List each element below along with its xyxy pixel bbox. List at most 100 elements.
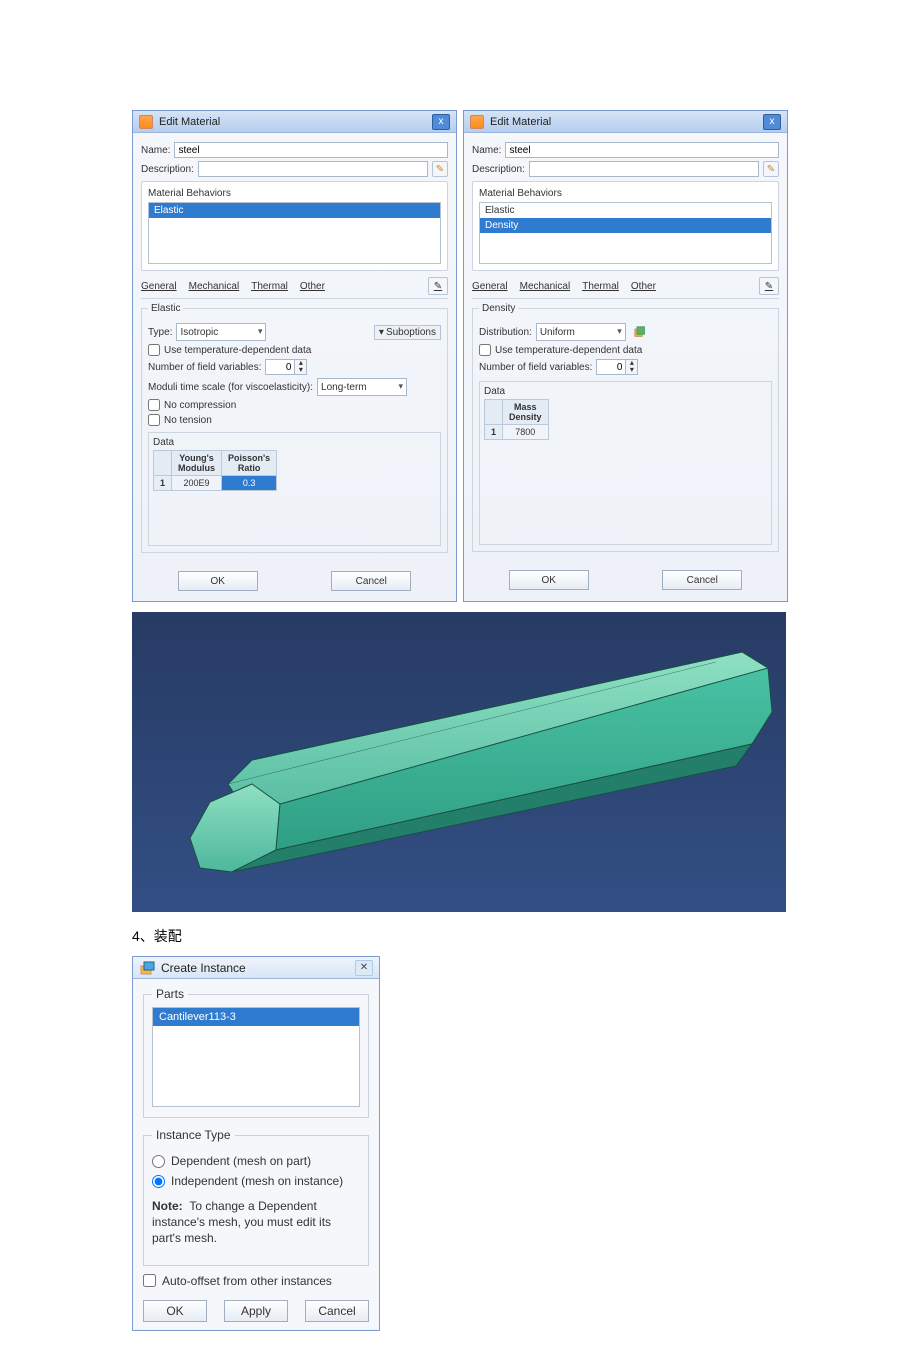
data-group: Data Young's ModulusPoisson's Ratio 1200… — [148, 432, 441, 546]
spinner-buttons[interactable]: ▴▾ — [295, 359, 307, 375]
description-field[interactable] — [198, 161, 428, 177]
field-vars-label: Number of field variables: — [479, 362, 592, 373]
category-tabs: General Mechanical Thermal Other ✎ — [472, 277, 779, 299]
suboptions-label: Suboptions — [386, 327, 436, 338]
pencil-icon[interactable]: ✎ — [432, 161, 448, 177]
material-icon — [470, 115, 484, 129]
instance-type-label: Instance Type — [152, 1128, 235, 1142]
no-compression-label: No compression — [164, 400, 236, 411]
section-heading: 4、装配 — [132, 926, 788, 946]
independent-label: Independent (mesh on instance) — [171, 1174, 343, 1188]
create-instance-dialog: Create Instance ✕ Parts Cantilever113-3 … — [132, 956, 380, 1331]
tab-mechanical[interactable]: Mechanical — [520, 281, 571, 292]
dependent-label: Dependent (mesh on part) — [171, 1154, 311, 1168]
material-icon — [139, 115, 153, 129]
section-title: Density — [479, 303, 518, 314]
temp-dependent-checkbox[interactable] — [479, 344, 491, 356]
moduli-label: Moduli time scale (for viscoelasticity): — [148, 382, 313, 393]
no-compression-checkbox[interactable] — [148, 399, 160, 411]
temp-dependent-label: Use temperature-dependent data — [495, 345, 642, 356]
dialog-title: Edit Material — [159, 116, 220, 128]
dialog-title: Edit Material — [490, 116, 551, 128]
cancel-button[interactable]: Cancel — [331, 571, 411, 591]
density-value[interactable]: 7800 — [503, 425, 549, 440]
ok-button[interactable]: OK — [143, 1300, 207, 1322]
list-item[interactable]: Cantilever113-3 — [153, 1008, 359, 1026]
name-field[interactable] — [505, 142, 779, 158]
material-behaviors-group: Material Behaviors Elastic — [141, 181, 448, 271]
tab-other[interactable]: Other — [631, 281, 656, 292]
field-vars-value[interactable] — [596, 359, 626, 375]
titlebar: Edit Material x — [464, 111, 787, 133]
tab-other[interactable]: Other — [300, 281, 325, 292]
cancel-button[interactable]: Cancel — [305, 1300, 369, 1322]
model-viewport[interactable] — [132, 612, 786, 912]
delete-behavior-icon[interactable]: ✎ — [428, 277, 448, 295]
field-vars-spinner[interactable]: ▴▾ — [265, 359, 307, 375]
titlebar: Create Instance ✕ — [133, 957, 379, 979]
moduli-select[interactable]: Long-term — [317, 378, 407, 396]
col-youngs: Young's Modulus — [172, 451, 222, 476]
edit-material-dialog-elastic: Edit Material x Name: Description: ✎ Mat… — [132, 110, 457, 602]
distribution-select[interactable]: Uniform — [536, 323, 626, 341]
row-index: 1 — [154, 476, 172, 491]
no-tension-label: No tension — [164, 415, 212, 426]
ok-button[interactable]: OK — [178, 571, 258, 591]
description-label: Description: — [141, 164, 194, 175]
auto-offset-checkbox[interactable] — [143, 1274, 156, 1287]
field-vars-value[interactable] — [265, 359, 295, 375]
data-label: Data — [153, 437, 436, 448]
tab-general[interactable]: General — [472, 281, 508, 292]
type-select[interactable]: Isotropic — [176, 323, 266, 341]
tab-general[interactable]: General — [141, 281, 177, 292]
delete-behavior-icon[interactable]: ✎ — [759, 277, 779, 295]
parts-label: Parts — [152, 987, 188, 1001]
parts-list[interactable]: Cantilever113-3 — [152, 1007, 360, 1107]
row-index: 1 — [485, 425, 503, 440]
name-label: Name: — [141, 145, 170, 156]
field-icon[interactable] — [634, 326, 646, 338]
instance-icon — [139, 960, 155, 976]
no-tension-checkbox[interactable] — [148, 414, 160, 426]
tab-thermal[interactable]: Thermal — [582, 281, 619, 292]
temp-dependent-checkbox[interactable] — [148, 344, 160, 356]
list-item[interactable]: Elastic — [480, 203, 771, 218]
titlebar: Edit Material x — [133, 111, 456, 133]
category-tabs: General Mechanical Thermal Other ✎ — [141, 277, 448, 299]
hex-beam-render — [132, 612, 786, 912]
tab-mechanical[interactable]: Mechanical — [189, 281, 240, 292]
close-icon[interactable]: x — [763, 114, 781, 130]
behaviors-list[interactable]: Elastic Density — [479, 202, 772, 264]
instance-type-group: Instance Type Dependent (mesh on part) I… — [143, 1128, 369, 1266]
pencil-icon[interactable]: ✎ — [763, 161, 779, 177]
material-behaviors-group: Material Behaviors Elastic Density — [472, 181, 779, 271]
name-field[interactable] — [174, 142, 448, 158]
temp-dependent-label: Use temperature-dependent data — [164, 345, 311, 356]
tab-thermal[interactable]: Thermal — [251, 281, 288, 292]
close-icon[interactable]: x — [432, 114, 450, 130]
density-data-table[interactable]: Mass Density 17800 — [484, 399, 549, 440]
close-icon[interactable]: ✕ — [355, 960, 373, 976]
distribution-label: Distribution: — [479, 327, 532, 338]
youngs-value[interactable]: 200E9 — [172, 476, 222, 491]
independent-radio[interactable] — [152, 1175, 165, 1188]
description-field[interactable] — [529, 161, 759, 177]
data-group: Data Mass Density 17800 — [479, 381, 772, 545]
poisson-value[interactable]: 0.3 — [222, 476, 277, 491]
list-item[interactable]: Density — [480, 218, 771, 233]
type-label: Type: — [148, 327, 172, 338]
dependent-radio[interactable] — [152, 1155, 165, 1168]
data-label: Data — [484, 386, 767, 397]
ok-button[interactable]: OK — [509, 570, 589, 590]
spinner-buttons[interactable]: ▴▾ — [626, 359, 638, 375]
section-title: Elastic — [148, 303, 183, 314]
auto-offset-label: Auto-offset from other instances — [162, 1274, 332, 1288]
cancel-button[interactable]: Cancel — [662, 570, 742, 590]
elastic-data-table[interactable]: Young's ModulusPoisson's Ratio 1200E90.3 — [153, 450, 277, 491]
apply-button[interactable]: Apply — [224, 1300, 288, 1322]
field-vars-spinner[interactable]: ▴▾ — [596, 359, 638, 375]
suboptions-button[interactable]: ▾ Suboptions — [374, 325, 441, 340]
list-item[interactable]: Elastic — [149, 203, 440, 218]
density-options: Density Distribution: Uniform Use temper… — [472, 303, 779, 552]
behaviors-list[interactable]: Elastic — [148, 202, 441, 264]
